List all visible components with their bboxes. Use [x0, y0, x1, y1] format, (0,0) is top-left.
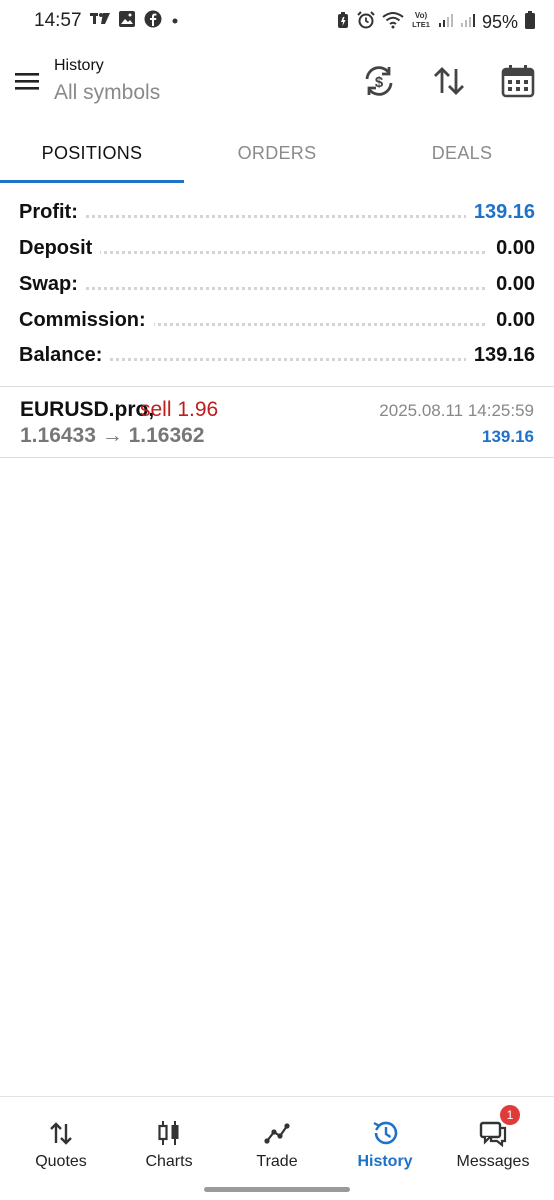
chat-icon — [479, 1121, 507, 1147]
sort-arrows-icon — [434, 67, 464, 95]
dotted-leader — [19, 215, 534, 218]
tab-deals[interactable]: DEALS — [370, 124, 554, 182]
summary-row-commission: Commission: 0.00 — [0, 303, 554, 337]
nav-label: Charts — [145, 1153, 193, 1170]
bottom-navigation: Quotes Charts Trade History 1 Messages — [0, 1096, 554, 1200]
summary-row-swap: Swap: 0.00 — [0, 267, 554, 301]
tab-orders[interactable]: ORDERS — [185, 124, 369, 182]
nav-label: History — [357, 1153, 413, 1170]
summary-label: Deposit — [19, 236, 101, 260]
summary-value: 0.00 — [488, 236, 535, 260]
position-prices: 1.16433 → 1.16362 — [20, 424, 205, 447]
nav-charts[interactable]: Charts — [114, 1097, 224, 1177]
volte-icon: Vo) LTE1 — [410, 10, 432, 35]
summary-label: Balance: — [19, 343, 111, 367]
calendar-button[interactable] — [499, 62, 537, 100]
dot-icon — [170, 13, 180, 31]
notification-badge: 1 — [500, 1105, 520, 1125]
tab-positions[interactable]: POSITIONS — [0, 124, 184, 182]
tab-bar: POSITIONS ORDERS DEALS — [0, 124, 554, 182]
status-bar: 14:57 Vo) LTE1 95% — [0, 0, 554, 44]
status-left-icons — [90, 10, 180, 33]
home-indicator[interactable] — [204, 1187, 350, 1192]
dotted-leader — [19, 287, 534, 290]
summary-row-balance: Balance: 139.16 — [0, 338, 554, 372]
battery-icon — [524, 10, 536, 35]
status-time: 14:57 — [34, 10, 82, 31]
symbol-filter[interactable]: All symbols — [54, 81, 160, 105]
summary-row-profit: Profit: 139.16 — [0, 195, 554, 229]
nav-history[interactable]: History — [330, 1097, 440, 1177]
divider — [0, 457, 554, 458]
wifi-icon — [382, 11, 404, 34]
position-profit: 139.16 — [482, 427, 534, 446]
app-header: History All symbols $ — [0, 44, 554, 122]
summary-row-deposit: Deposit 0.00 — [0, 231, 554, 265]
summary-value: 0.00 — [488, 308, 535, 332]
facebook-icon — [144, 10, 162, 33]
nav-label: Quotes — [35, 1153, 87, 1170]
tradingview-icon — [90, 11, 110, 32]
summary-value: 139.16 — [465, 343, 535, 367]
hamburger-icon — [15, 73, 39, 90]
svg-text:LTE1: LTE1 — [412, 20, 430, 29]
summary-value: 139.16 — [465, 200, 535, 224]
currency-exchange-button[interactable]: $ — [360, 62, 398, 100]
battery-saver-icon — [336, 11, 350, 34]
nav-trade[interactable]: Trade — [222, 1097, 332, 1177]
nav-quotes[interactable]: Quotes — [6, 1097, 116, 1177]
summary-label: Profit: — [19, 200, 86, 224]
position-side-volume: sell 1.96 — [140, 398, 219, 421]
svg-text:$: $ — [375, 74, 384, 91]
nav-messages[interactable]: 1 Messages — [438, 1097, 548, 1177]
menu-button[interactable] — [12, 66, 42, 96]
page-title: History — [54, 57, 104, 74]
image-icon — [118, 10, 136, 33]
sort-button[interactable] — [430, 62, 468, 100]
active-tab-indicator — [0, 180, 184, 183]
candlestick-icon — [158, 1121, 179, 1145]
currency-exchange-icon: $ — [365, 66, 393, 96]
calendar-icon — [501, 65, 535, 98]
signal-icon — [438, 12, 454, 33]
position-row[interactable]: EURUSD.pro, sell 1.96 1.16433 → 1.16362 … — [0, 388, 554, 456]
battery-percent: 95% — [481, 12, 518, 32]
alarm-icon — [356, 10, 376, 35]
status-right-icons: Vo) LTE1 95% — [336, 10, 536, 35]
sort-arrows-icon — [50, 1122, 72, 1145]
position-time: 2025.08.11 14:25:59 — [379, 401, 534, 420]
trend-line-icon — [264, 1123, 290, 1144]
nav-label: Messages — [456, 1153, 530, 1170]
summary-label: Commission: — [19, 308, 154, 332]
svg-text:Vo): Vo) — [415, 11, 428, 20]
summary-value: 0.00 — [488, 272, 535, 296]
nav-label: Trade — [256, 1153, 298, 1170]
signal-icon — [460, 12, 476, 33]
position-symbol: EURUSD.pro, — [20, 398, 155, 421]
history-icon — [373, 1121, 398, 1145]
app-screen: 14:57 Vo) LTE1 95% History All symbols $… — [0, 0, 554, 1200]
divider — [0, 386, 554, 387]
summary-label: Swap: — [19, 272, 86, 296]
